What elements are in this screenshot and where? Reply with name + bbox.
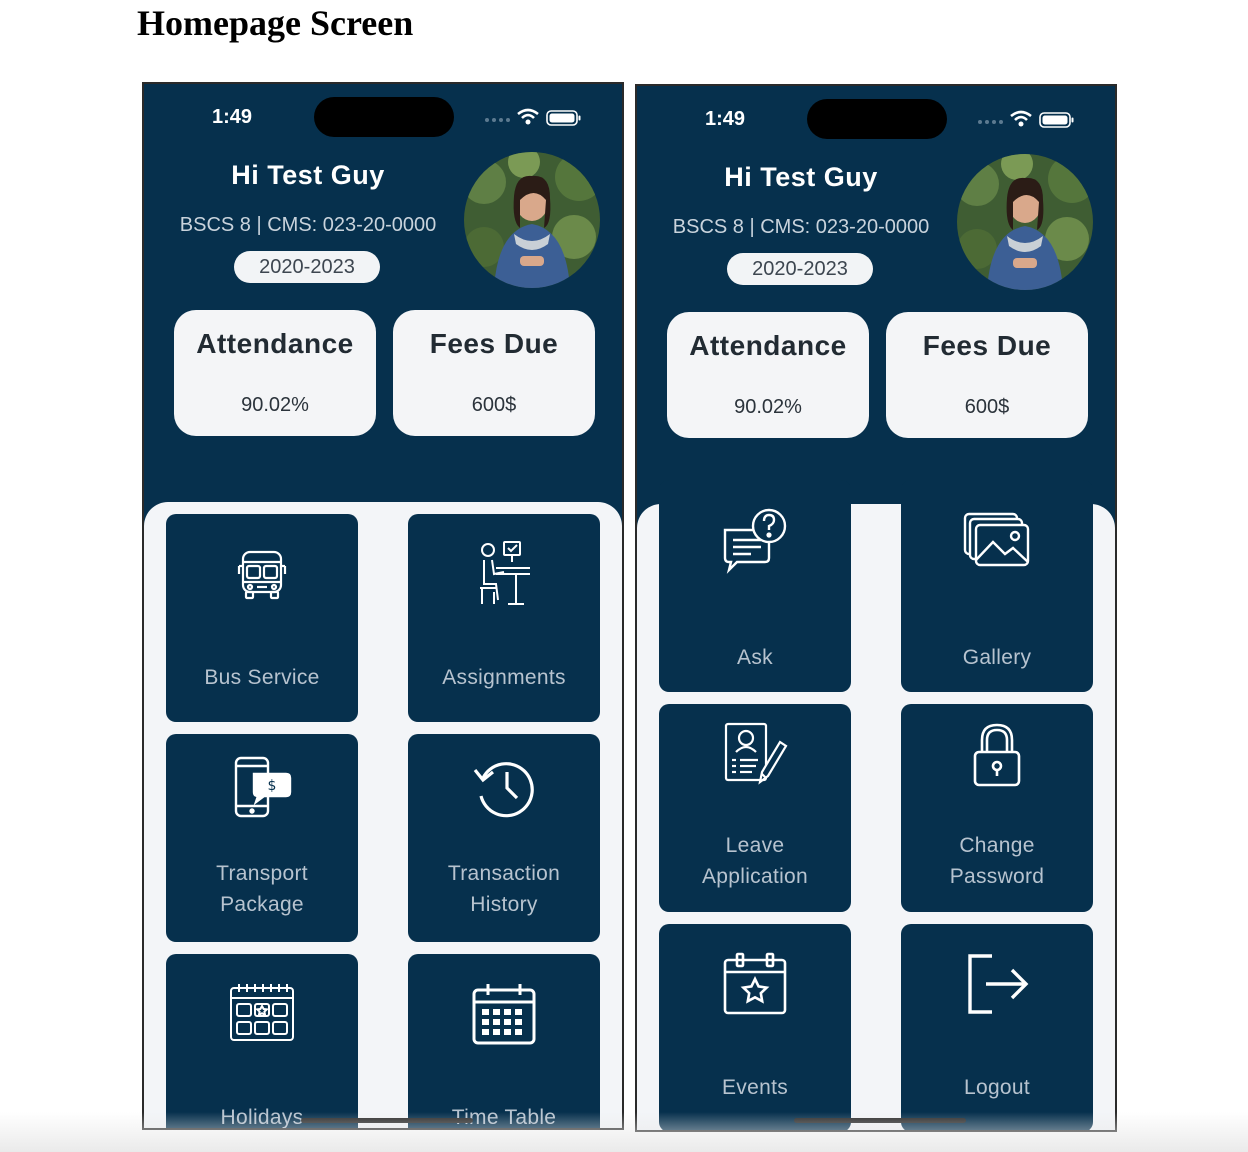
attendance-value: 90.02% (734, 396, 802, 418)
battery-icon (1039, 112, 1074, 128)
home-indicator (301, 1118, 473, 1123)
battery-icon (546, 110, 581, 126)
student-info: BSCS 8 | CMS: 023-20-0000 (179, 214, 437, 236)
dynamic-island (807, 99, 947, 139)
tile-change-password[interactable]: Change Password (901, 704, 1093, 912)
tile-label: Change Password (949, 834, 1045, 888)
status-time: 1:49 (705, 108, 746, 130)
attendance-card[interactable]: Attendance 90.02% (667, 312, 869, 438)
tile-gallery[interactable]: Gallery (901, 480, 1093, 692)
assignment-desk-icon (408, 540, 600, 606)
status-icons (484, 108, 584, 128)
attendance-label: Attendance (689, 330, 847, 361)
tile-label: Ask (737, 646, 773, 669)
tile-time-table[interactable]: Time Table (408, 954, 600, 1129)
tile-ask[interactable]: Ask (659, 480, 851, 692)
fees-due-value: 600$ (471, 394, 517, 416)
dynamic-island (314, 97, 454, 137)
tile-label: Transport Package (216, 862, 308, 916)
bus-icon (166, 548, 358, 602)
avatar[interactable] (464, 152, 600, 288)
tile-label: Leave Application (701, 834, 809, 888)
tile-assignments[interactable]: Assignments (408, 514, 600, 722)
tile-label: Assignments (442, 666, 566, 689)
home-indicator (794, 1118, 966, 1123)
history-icon (408, 756, 600, 818)
fees-due-label: Fees Due (922, 330, 1052, 361)
session-badge: 2020-2023 (727, 253, 873, 285)
tile-label: Transaction History (447, 862, 561, 916)
session-badge: 2020-2023 (234, 251, 380, 283)
menu-grid: Bus Service Assignments $ Transport Pack… (144, 502, 622, 1129)
tile-leave-application[interactable]: Leave Application (659, 704, 851, 912)
tile-label: Time Table (451, 1106, 557, 1129)
fees-due-label: Fees Due (429, 328, 559, 359)
avatar[interactable] (957, 154, 1093, 290)
tile-logout[interactable]: Logout (901, 924, 1093, 1130)
tile-label: Holidays (220, 1106, 304, 1129)
tile-bus-service[interactable]: Bus Service (166, 514, 358, 722)
signal-icon (978, 120, 1003, 124)
phone-screen-2: 1:49 Hi Test Guy BSCS 8 | CMS: 023-20-00… (635, 84, 1117, 1132)
tile-holidays[interactable]: Holidays (166, 954, 358, 1129)
status-time: 1:49 (212, 106, 253, 128)
attendance-label: Attendance (196, 328, 354, 359)
tile-transport-package[interactable]: $ Transport Package (166, 734, 358, 942)
tile-label: Gallery (962, 646, 1032, 669)
document-title: Homepage Screen (137, 3, 414, 43)
fees-due-card[interactable]: Fees Due 600$ (886, 312, 1088, 438)
tile-transaction-history[interactable]: Transaction History (408, 734, 600, 942)
tile-label: Logout (963, 1076, 1031, 1099)
tile-label: Events (722, 1076, 788, 1099)
event-calendar-icon (659, 952, 851, 1016)
tile-events[interactable]: Events (659, 924, 851, 1130)
question-chat-icon (659, 508, 851, 574)
attendance-card[interactable]: Attendance 90.02% (174, 310, 376, 436)
wifi-icon (517, 108, 539, 125)
student-info: BSCS 8 | CMS: 023-20-0000 (672, 216, 930, 238)
fees-due-card[interactable]: Fees Due 600$ (393, 310, 595, 436)
signal-icon (485, 118, 510, 122)
phone-screen-1: 1:49 Hi Test Guy BSCS 8 | CMS: 023-20-00… (142, 82, 624, 1130)
greeting: Hi Test Guy (724, 162, 878, 192)
tile-label: Bus Service (204, 666, 320, 689)
timetable-calendar-icon (408, 982, 600, 1046)
fees-due-value: 600$ (964, 396, 1010, 418)
application-form-icon (659, 722, 851, 786)
gallery-icon (901, 512, 1093, 568)
logout-icon (901, 952, 1093, 1016)
menu-grid: Ask Gallery Leave Application Change Pas… (637, 480, 1115, 1130)
lock-icon (901, 722, 1093, 788)
holiday-calendar-icon (166, 982, 358, 1042)
svg-text:$: $ (268, 778, 277, 794)
wifi-icon (1010, 110, 1032, 127)
phone-payment-icon: $ (166, 756, 358, 818)
greeting: Hi Test Guy (231, 160, 385, 190)
status-icons (977, 110, 1077, 130)
attendance-value: 90.02% (241, 394, 309, 416)
